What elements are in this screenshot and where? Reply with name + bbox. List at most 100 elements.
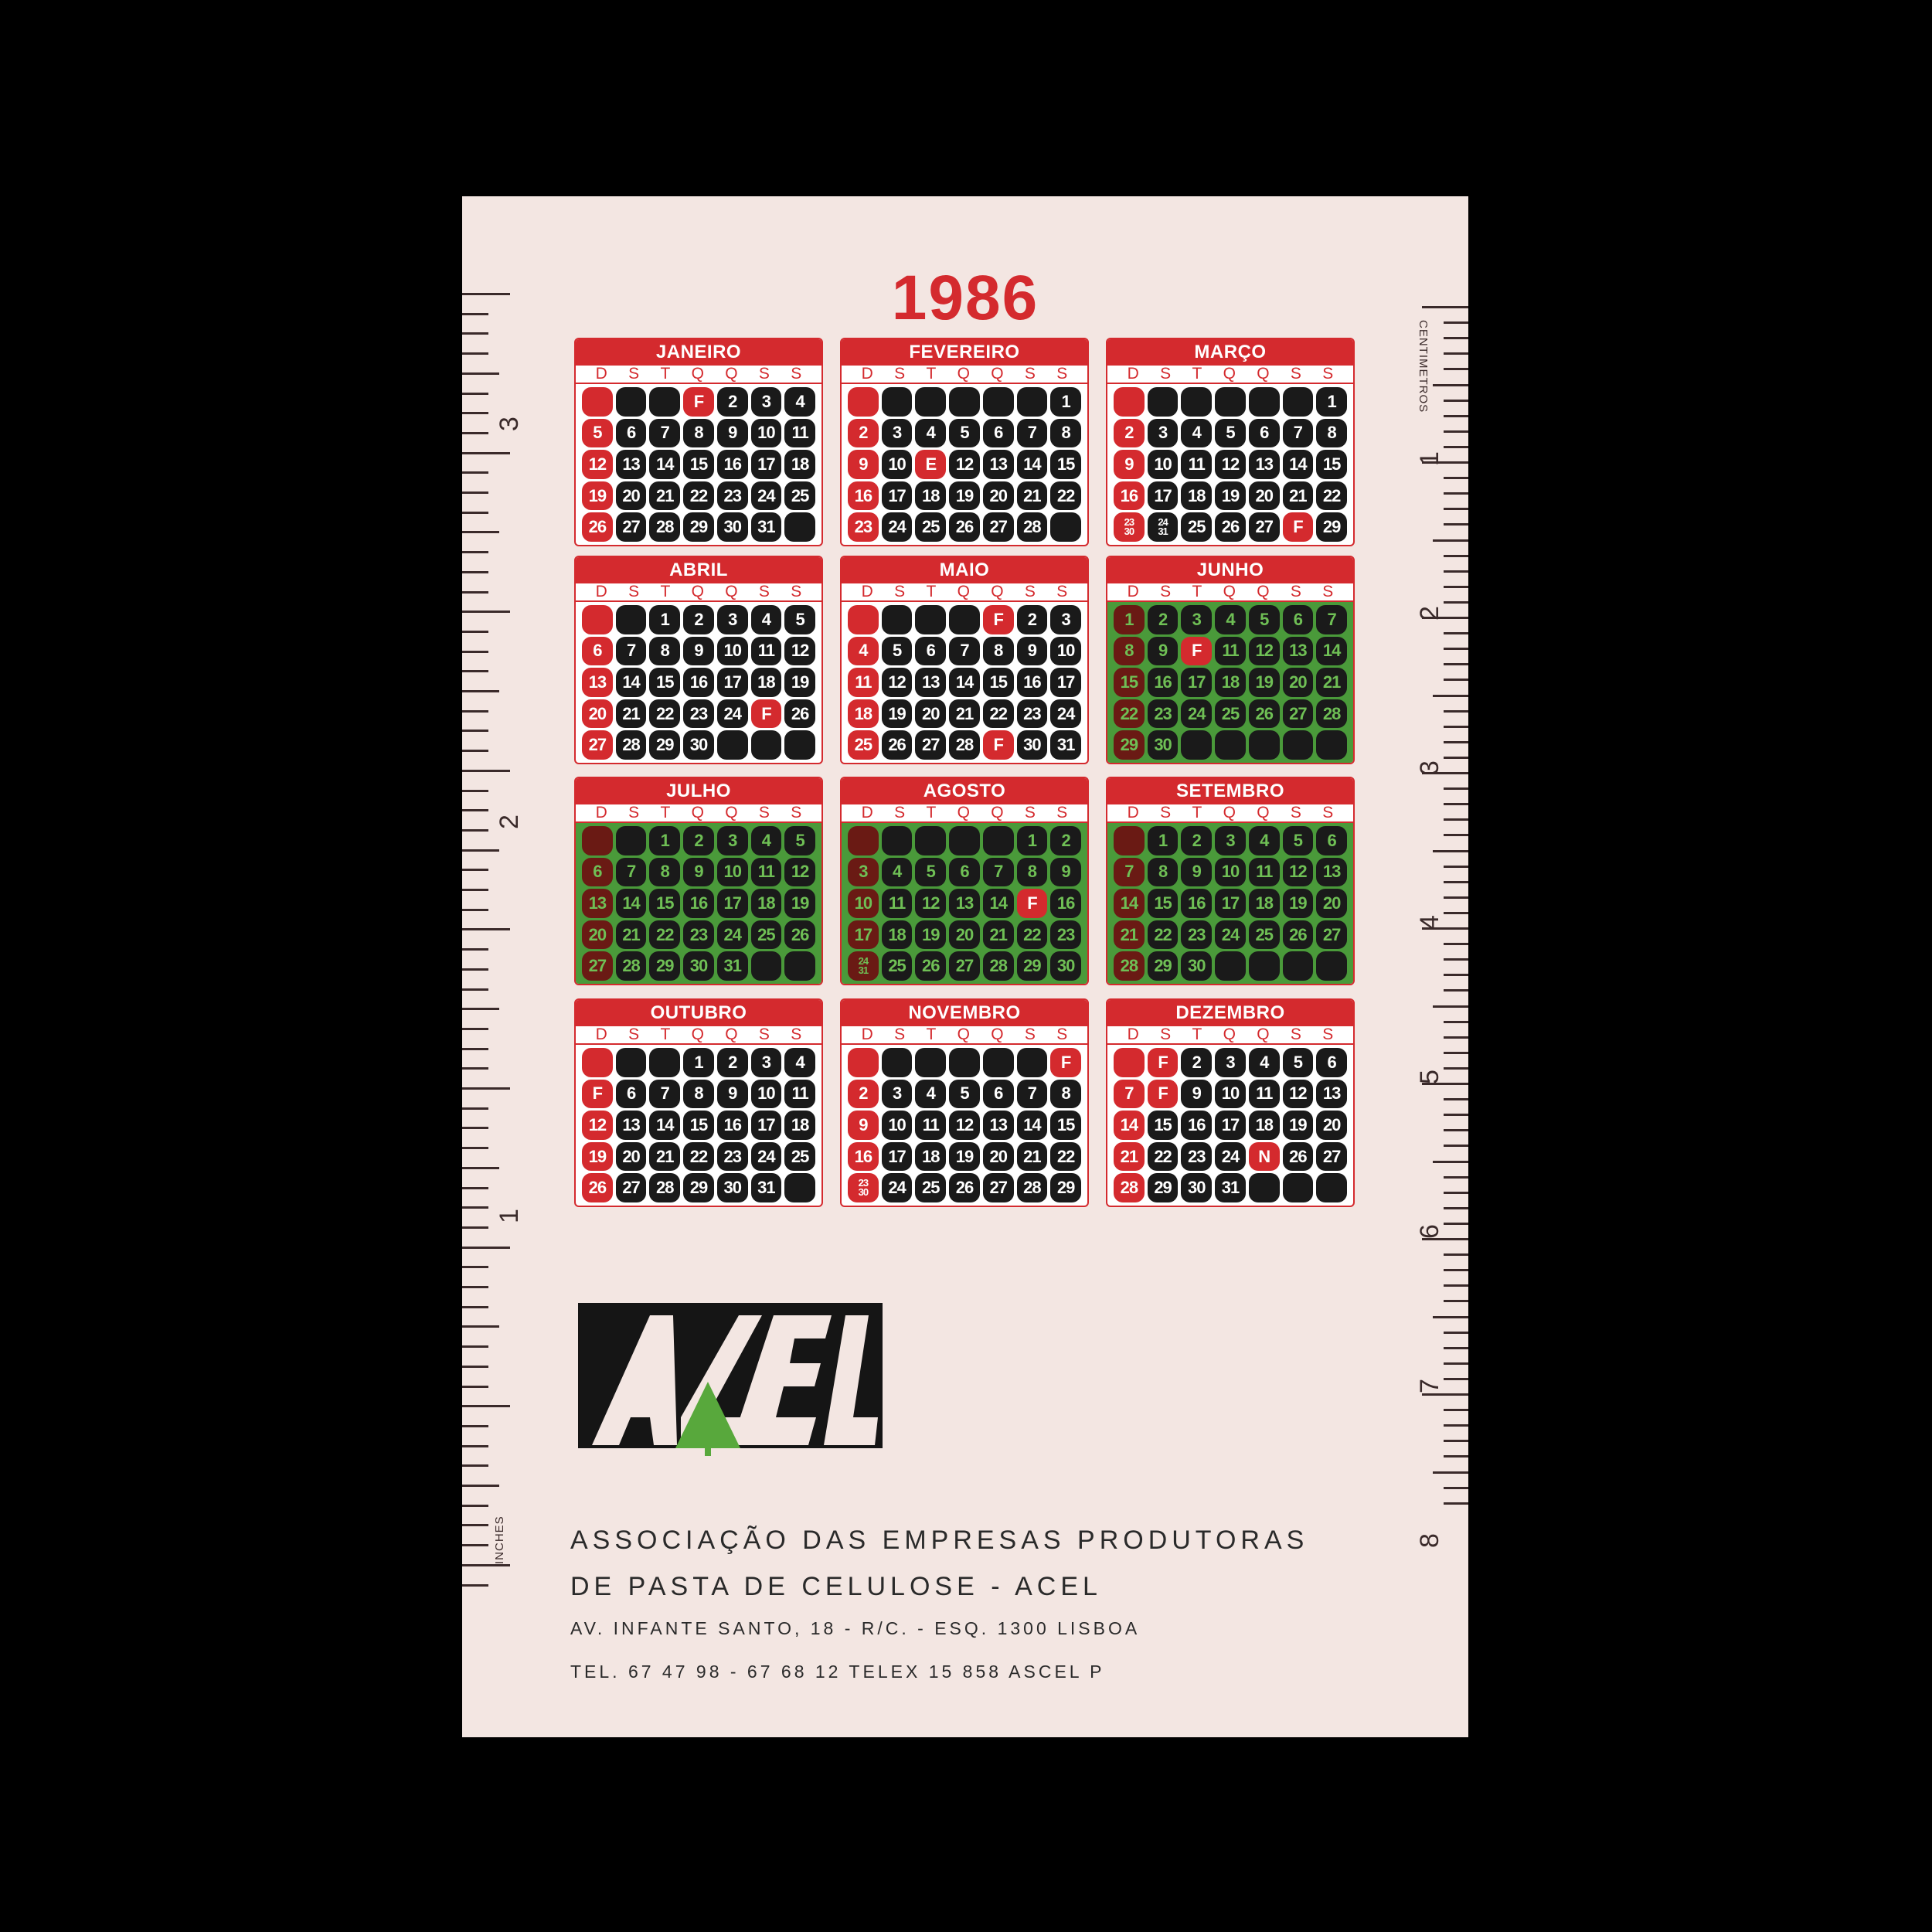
weekday-label: S xyxy=(1160,1026,1172,1043)
empty-day xyxy=(982,1048,1014,1077)
day-cell: 12 xyxy=(949,450,980,479)
day-cell: 30 xyxy=(1147,730,1179,760)
day-cell: 14 xyxy=(615,889,647,918)
day-cell: 5 xyxy=(1282,826,1314,855)
day-cell: 25 xyxy=(915,512,947,542)
weekday-label: S xyxy=(628,365,640,383)
ruler-tick xyxy=(1444,1284,1468,1287)
ruler-tick xyxy=(1444,834,1468,837)
weekday-label: Q xyxy=(957,804,970,821)
ruler-tick xyxy=(1433,849,1468,852)
ruler-tick xyxy=(1444,663,1468,666)
day-cell: 3 xyxy=(848,857,879,887)
month-10: NOVEMBRO D S T Q Q S S F 2 3 4 5 6 7 8 9 10 11 12 13 14 15 16 17… xyxy=(840,998,1089,1207)
day-cell: 1 xyxy=(1016,826,1048,855)
day-cell: 2 xyxy=(716,1048,748,1077)
day-cell: 10 xyxy=(1050,636,1081,666)
month-name: JUNHO xyxy=(1107,557,1353,583)
ruler-tick xyxy=(1444,1331,1468,1334)
empty-day xyxy=(1215,730,1246,760)
day-cell: 2 xyxy=(1114,418,1145,448)
day-cell: 30 xyxy=(716,1173,748,1202)
day-cell: 11 xyxy=(784,1079,815,1109)
day-cell: 30 xyxy=(683,730,714,760)
ruler-tick xyxy=(1444,1409,1468,1412)
ruler-tick xyxy=(462,789,488,792)
day-cell: 10 xyxy=(848,889,879,918)
day-cell: 13 xyxy=(949,889,980,918)
weekday-label: D xyxy=(1127,1026,1139,1043)
day-cell: 10 xyxy=(716,857,748,887)
ruler-tick xyxy=(1444,414,1468,417)
day-cell: 4 xyxy=(1181,418,1213,448)
empty-day xyxy=(615,826,647,855)
day-cell: 25 xyxy=(915,1173,947,1202)
day-cell: 13 xyxy=(982,1111,1014,1140)
month-6: JULHO D S T Q Q S S 1 2 3 4 5 6 7 8 9 10 11 12 13 14 15 16 17 18 1… xyxy=(574,777,823,985)
weekday-label: S xyxy=(628,1026,640,1043)
day-cell: 31 xyxy=(750,512,782,542)
day-cell: 18 xyxy=(750,668,782,697)
day-cell: 19 xyxy=(949,1141,980,1172)
day-cell: 11 xyxy=(1181,450,1213,479)
day-cell: 27 xyxy=(582,730,613,760)
ruler-tick xyxy=(462,1524,488,1527)
ruler-tick xyxy=(462,590,488,594)
day-cell: 13 xyxy=(582,889,613,918)
weekday-label: S xyxy=(791,365,802,383)
inch-number: 3 xyxy=(494,417,524,431)
weekday-label: Q xyxy=(1223,583,1236,600)
day-cell: 16 xyxy=(1050,889,1081,918)
weekday-label: S xyxy=(1024,583,1036,600)
cm-number: 4 xyxy=(1415,915,1445,930)
month-name: DEZEMBRO xyxy=(1107,1000,1353,1026)
weekday-row: DSTQQSS xyxy=(576,583,821,602)
day-cell: 12 xyxy=(784,857,815,887)
day-cell: 23 xyxy=(683,920,714,950)
acel-logo xyxy=(578,1303,883,1456)
ruler-tick xyxy=(462,1365,488,1368)
month-2: MARÇO D S T Q Q S S 1 2 3 4 5 6 7 8 9 10 11 12 13 14 15 16 17 18 1… xyxy=(1106,338,1355,546)
day-cell: 25 xyxy=(1181,512,1213,542)
empty-day xyxy=(615,387,647,417)
day-cell: 9 xyxy=(848,1111,879,1140)
day-cell: F xyxy=(982,730,1014,760)
day-cell: 10 xyxy=(1215,1079,1246,1109)
day-cell: 2 xyxy=(1147,605,1179,634)
empty-day xyxy=(848,605,879,634)
day-grid: 1 2 3 4 5 6 7 8 9 10 11 12 13 14 15 16 17 18 19 20 21 22 23 24 F… xyxy=(576,602,821,763)
day-cell: 4 xyxy=(848,636,879,666)
day-cell: 26 xyxy=(582,512,613,542)
ruler-tick xyxy=(1444,430,1468,433)
weekday-row: DSTQQSS xyxy=(842,1026,1087,1045)
ruler-tick xyxy=(1444,1486,1468,1489)
day-cell: 29 xyxy=(683,512,714,542)
weekday-label: S xyxy=(1024,365,1036,383)
weekday-label: Q xyxy=(725,804,738,821)
day-cell: 21 xyxy=(982,920,1014,950)
day-cell: 18 xyxy=(881,920,913,950)
day-cell: 30 xyxy=(1050,951,1081,981)
day-cell: 30 xyxy=(1016,730,1048,760)
empty-day xyxy=(582,1048,613,1077)
day-cell: 28 xyxy=(1114,951,1145,981)
day-cell: 19 xyxy=(582,481,613,511)
ruler-tick xyxy=(1444,911,1468,914)
day-cell: 27 xyxy=(982,512,1014,542)
weekday-row: DSTQQSS xyxy=(1107,804,1353,823)
empty-day xyxy=(949,1048,980,1077)
day-cell: 26 xyxy=(915,951,947,981)
day-cell: 10 xyxy=(881,1111,913,1140)
weekday-row: DSTQQSS xyxy=(1107,583,1353,602)
day-cell: 11 xyxy=(848,668,879,697)
day-cell: 14 xyxy=(649,1111,681,1140)
ruler-tick xyxy=(462,551,488,554)
day-grid: 1 2 3 4 5 6 7 8 9 10 11 12 13 14 15 16 17 18 19 20 21 22 23 24 2… xyxy=(1107,823,1353,984)
day-cell: F xyxy=(982,605,1014,634)
day-cell: 9 xyxy=(1114,450,1145,479)
day-cell: 22 xyxy=(1147,920,1179,950)
day-cell: 1 xyxy=(649,605,681,634)
ruler-tick xyxy=(462,849,499,852)
day-cell: 11 xyxy=(1248,1079,1280,1109)
ruler-tick xyxy=(1433,1471,1468,1474)
